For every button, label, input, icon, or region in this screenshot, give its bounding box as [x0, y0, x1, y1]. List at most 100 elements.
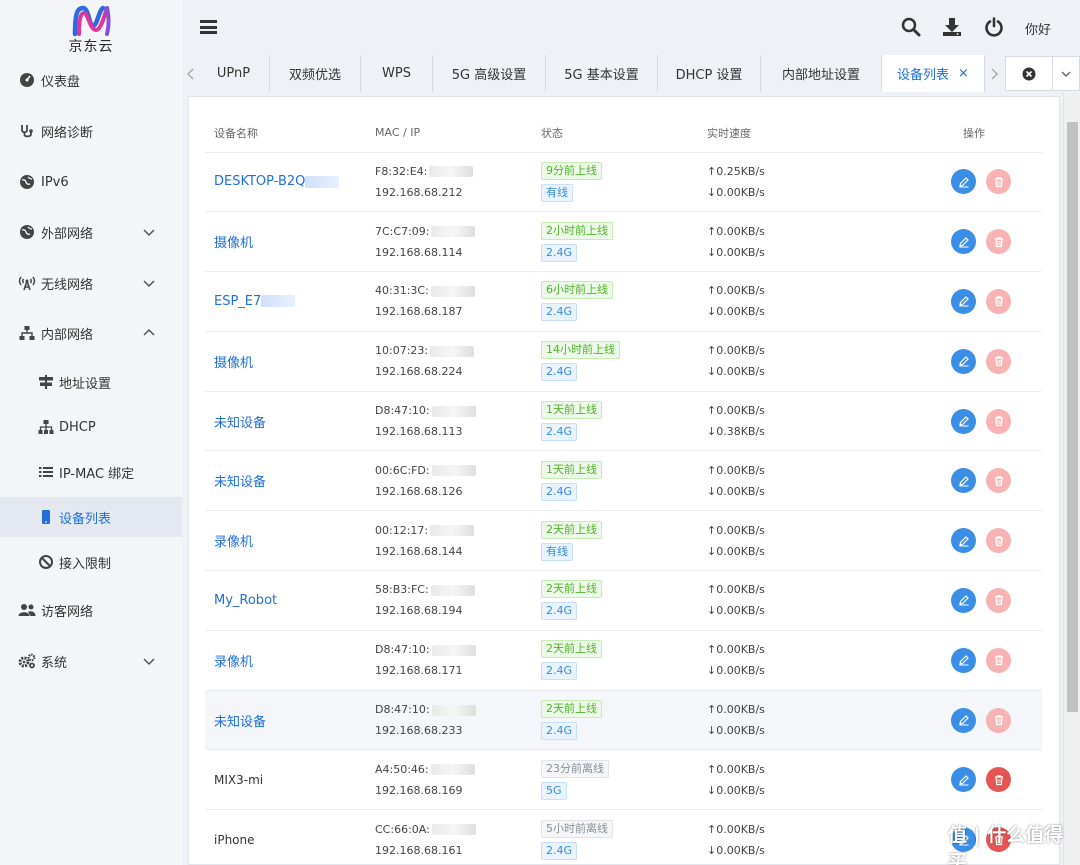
- cell-device-name: 未知设备: [205, 450, 375, 512]
- close-all-tabs-icon[interactable]: [1005, 56, 1053, 91]
- cell-status: 2天前上线 2.4G: [541, 690, 707, 751]
- tab-dhcp-settings[interactable]: DHCP 设置: [658, 55, 761, 92]
- sidebar-item-access-limit[interactable]: 接入限制: [0, 542, 182, 582]
- sidebar-item-label: 网络诊断: [41, 125, 94, 141]
- status-badge: 2小时前上线: [541, 221, 613, 240]
- antenna-icon: [18, 274, 36, 292]
- download-speed: ↓0.00KB/s: [707, 604, 765, 618]
- delete-button[interactable]: [986, 169, 1011, 195]
- tab-band-steering[interactable]: 双频优选: [270, 55, 361, 92]
- stethoscope-icon: [18, 122, 36, 140]
- tab-5g-advanced[interactable]: 5G 高级设置: [433, 55, 546, 92]
- ip-address: 192.168.68.161: [375, 843, 463, 857]
- tab-label: 5G 高级设置: [451, 68, 527, 83]
- edit-button[interactable]: [951, 288, 976, 314]
- sidebar-item-ipv6[interactable]: IPv6: [0, 162, 182, 202]
- device-name-link[interactable]: ESP_E7: [214, 294, 261, 309]
- cell-mac-ip: F8:32:E4: 192.168.68.212: [375, 152, 541, 213]
- menu-toggle-icon[interactable]: [200, 20, 217, 34]
- edit-button[interactable]: [951, 587, 976, 613]
- sidebar-item-ip-mac-binding[interactable]: IP-MAC 绑定: [0, 452, 182, 492]
- sidebar-item-guest-network[interactable]: 访客网络: [0, 590, 182, 630]
- edit-button[interactable]: [951, 229, 976, 255]
- trash-icon: [994, 715, 1003, 726]
- cell-mac-ip: 00:12:17: 192.168.68.144: [375, 510, 541, 572]
- upload-speed: ↑0.00KB/s: [707, 463, 765, 477]
- sidebar-item-lan[interactable]: 内部网络: [0, 313, 182, 353]
- pencil-icon: [958, 595, 969, 606]
- cell-mac-ip: CC:66:0A: 192.168.68.161: [375, 809, 541, 864]
- tab-lan-address[interactable]: 内部地址设置: [761, 55, 882, 92]
- sidebar-item-system[interactable]: 系统: [0, 641, 182, 681]
- connection-type-badge: 2.4G: [541, 662, 578, 681]
- edit-button[interactable]: [951, 647, 976, 673]
- device-name-link[interactable]: 未知设备: [214, 715, 266, 730]
- edit-button[interactable]: [951, 348, 976, 374]
- edit-button[interactable]: [951, 767, 976, 793]
- delete-button[interactable]: [986, 767, 1011, 793]
- redaction-mask: [430, 285, 475, 297]
- edit-button[interactable]: [951, 468, 976, 494]
- sidebar-item-device-list[interactable]: 设备列表: [0, 497, 182, 537]
- upload-speed: ↑0.00KB/s: [707, 404, 765, 418]
- device-name-link[interactable]: 录像机: [214, 655, 253, 670]
- pencil-icon: [958, 177, 969, 188]
- device-name-link[interactable]: My_Robot: [214, 593, 277, 608]
- device-table: 设备名称 MAC / IP 状态 实时速度 操作 DESKTOP-B2Q F8:3…: [205, 114, 1042, 864]
- device-list-panel: 设备名称 MAC / IP 状态 实时速度 操作 DESKTOP-B2Q F8:3…: [188, 96, 1060, 865]
- device-name-link[interactable]: 摄像机: [214, 236, 253, 251]
- edit-button[interactable]: [951, 707, 976, 733]
- delete-button[interactable]: [986, 288, 1011, 314]
- user-greeting[interactable]: 你好: [1025, 19, 1051, 38]
- tab-5g-basic[interactable]: 5G 基本设置: [546, 55, 658, 92]
- tab-label: 设备列表: [897, 68, 950, 83]
- delete-button[interactable]: [986, 468, 1011, 494]
- delete-button[interactable]: [986, 647, 1011, 673]
- sidebar-item-label: 内部网络: [41, 327, 94, 343]
- delete-button[interactable]: [986, 408, 1011, 434]
- power-icon[interactable]: [984, 17, 1004, 37]
- sidebar-item-address-settings[interactable]: 地址设置: [0, 362, 182, 402]
- edit-button[interactable]: [951, 528, 976, 554]
- device-name-link[interactable]: 未知设备: [214, 475, 266, 490]
- sidebar-item-dashboard[interactable]: 仪表盘: [0, 60, 182, 100]
- sidebar-item-dhcp[interactable]: DHCP: [0, 407, 182, 447]
- mac-prefix: F8:32:E4:: [375, 164, 428, 178]
- tab-wps[interactable]: WPS: [361, 55, 433, 92]
- device-name-link[interactable]: 录像机: [214, 535, 253, 550]
- tab-scroll-left-icon[interactable]: [182, 55, 198, 92]
- tab-upnp[interactable]: UPnP: [198, 55, 270, 92]
- delete-button[interactable]: [986, 528, 1011, 554]
- tab-scroll-right-icon[interactable]: [987, 55, 1003, 92]
- vertical-scrollbar[interactable]: [1063, 92, 1080, 865]
- sidebar-item-wan[interactable]: 外部网络: [0, 212, 182, 252]
- sidebar-item-diagnostics[interactable]: 网络诊断: [0, 111, 182, 151]
- device-name-link: iPhone: [214, 832, 255, 847]
- scrollbar-thumb[interactable]: [1067, 122, 1078, 712]
- download-icon[interactable]: [942, 17, 962, 37]
- cell-actions: [927, 749, 1042, 811]
- brand-logo[interactable]: 京东云: [64, 4, 118, 56]
- close-tab-icon[interactable]: ×: [958, 66, 969, 81]
- edit-button[interactable]: [951, 408, 976, 434]
- device-name-link[interactable]: 摄像机: [214, 356, 253, 371]
- edit-button[interactable]: [951, 169, 976, 195]
- device-name-link[interactable]: DESKTOP-B2Q: [214, 174, 305, 189]
- search-icon[interactable]: [901, 17, 921, 37]
- tab-device-list[interactable]: 设备列表 ×: [882, 55, 985, 92]
- table-row: 未知设备 00:6C:FD: 192.168.68.126 1天前上线 2.4G ↑0.0…: [205, 450, 1042, 512]
- redaction-mask: [261, 295, 296, 308]
- delete-button[interactable]: [986, 348, 1011, 374]
- ip-address: 192.168.68.194: [375, 604, 463, 618]
- cell-device-name: 录像机: [205, 510, 375, 572]
- delete-button[interactable]: [986, 707, 1011, 733]
- sidebar-item-wireless[interactable]: 无线网络: [0, 263, 182, 303]
- mac-address: D8:47:10:: [375, 699, 541, 720]
- delete-button[interactable]: [986, 229, 1011, 255]
- cell-actions: [927, 271, 1042, 332]
- mac-prefix: 00:12:17:: [375, 523, 429, 537]
- tabs-dropdown-icon[interactable]: [1053, 56, 1080, 91]
- device-name-link[interactable]: 未知设备: [214, 416, 266, 431]
- sidebar-item-label: 设备列表: [59, 511, 112, 527]
- delete-button[interactable]: [986, 587, 1011, 613]
